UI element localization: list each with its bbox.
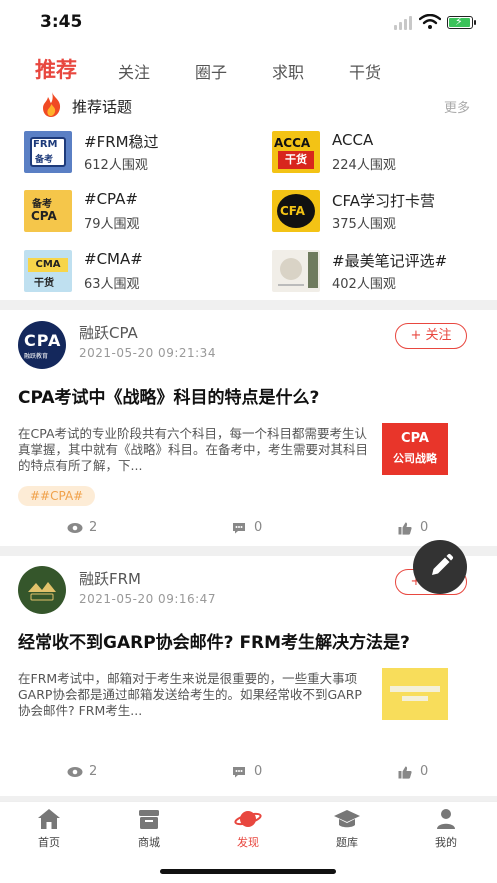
nav-question-bank[interactable]: 题库 [317,808,377,856]
comment-count[interactable]: 0 [232,764,292,782]
battery-icon: ⚡ [447,15,476,29]
article-title[interactable]: 经常收不到GARP协会邮件? FRM考生解决方法是? [18,628,478,653]
topic-views: 375人围观 [332,217,396,232]
comment-icon [233,523,245,534]
topic-cma[interactable]: CMA 干货 #CMA# 63人围观 [24,250,244,298]
topic-cfa[interactable]: CFA CFA学习打卡营 375人围观 [272,190,492,238]
eye-icon [67,767,83,777]
article-title[interactable]: CPA考试中《战略》科目的特点是什么? [18,383,478,408]
recommended-topics-header: 推荐话题 更多 [38,92,478,118]
topic-thumb: 备考 CPA [24,190,72,232]
post-date: 2021-05-20 09:21:34 [79,346,216,360]
topic-thumb: ACCA 干货 [272,131,320,173]
home-icon [38,809,60,829]
pencil-icon [432,553,454,575]
mountain-logo-icon [28,582,56,601]
like-count[interactable]: 0 [398,520,458,538]
topic-name: #FRM稳过 [84,133,159,151]
article-excerpt: 在CPA考试的专业阶段共有六个科目，每一个科目都需要考生认真掌握，其中就有《战略… [18,426,369,473]
topic-thumb [272,250,320,292]
topic-name: #CMA# [84,250,143,268]
topic-views: 402人围观 [332,277,396,292]
article-cover[interactable] [382,668,448,720]
tab-circle[interactable]: 圈子 [195,59,227,83]
topic-views: 612人围观 [84,158,148,173]
topic-views: 224人围观 [332,158,396,173]
avatar[interactable]: CPA 融跃教育 [18,321,66,369]
nav-profile[interactable]: 我的 [416,808,476,856]
topic-name: #CPA# [84,190,138,208]
topic-notes[interactable]: #最美笔记评选# 402人围观 [272,250,492,298]
more-link[interactable]: 更多 [444,97,470,116]
eye-icon [67,523,83,533]
section-divider [0,300,497,310]
wifi-icon [419,14,441,29]
view-count: 2 [67,520,127,538]
home-indicator [160,869,336,874]
compose-button[interactable] [413,540,467,594]
follow-button[interactable]: + 关注 [395,323,467,349]
comment-count[interactable]: 0 [232,520,292,538]
article-card[interactable]: CPA 融跃教育 融跃CPA 2021-05-20 09:21:34 + 关注 … [0,310,497,546]
graduation-cap-icon [334,810,360,828]
status-time: 3:45 [40,12,83,32]
topic-thumb: CFA [272,190,320,232]
author-name[interactable]: 融跃FRM [79,568,141,589]
nav-home[interactable]: 首页 [19,808,79,856]
topic-views: 79人围观 [84,217,140,232]
nav-discover[interactable]: 发现 [218,808,278,856]
tab-jobs[interactable]: 求职 [272,59,304,83]
planet-icon [234,811,262,827]
comment-icon [233,767,245,778]
view-count: 2 [67,764,127,782]
tab-resources[interactable]: 干货 [349,59,381,83]
topic-views: 63人围观 [84,277,140,292]
topic-thumb: CMA 干货 [24,250,72,292]
topic-thumb: FRM 备考 [24,131,72,173]
topic-name: CFA学习打卡营 [332,192,435,210]
nav-store[interactable]: 商城 [119,808,179,856]
topic-frm[interactable]: FRM 备考 #FRM稳过 612人围观 [24,131,244,179]
article-excerpt: 在FRM考试中，邮箱对于考生来说是很重要的，一些重大事项GARP协会都是通过邮箱… [18,671,362,718]
status-bar: 3:45 ⚡ [0,0,497,46]
post-date: 2021-05-20 09:16:47 [79,592,216,606]
topic-name: #最美笔记评选# [332,252,448,270]
topic-cpa[interactable]: 备考 CPA #CPA# 79人围观 [24,190,244,238]
thumbs-up-icon [398,766,412,779]
topic-tag[interactable]: ##CPA# [18,486,96,506]
topic-name: ACCA [332,131,374,149]
signal-icon [394,16,414,30]
author-name[interactable]: 融跃CPA [79,322,138,343]
top-tabs: 推荐 关注 圈子 求职 干货 [0,52,497,88]
store-icon [139,810,159,829]
thumbs-up-icon [398,522,412,535]
tab-follow[interactable]: 关注 [118,59,150,83]
person-icon [437,809,455,829]
like-count[interactable]: 0 [398,764,458,782]
avatar[interactable] [18,566,66,614]
topics-title: 推荐话题 [72,98,133,116]
tab-recommend[interactable]: 推荐 [35,54,77,84]
article-cover[interactable]: CPA 公司战略 [382,423,448,475]
flame-icon [43,92,61,117]
topic-acca[interactable]: ACCA 干货 ACCA 224人围观 [272,131,492,179]
